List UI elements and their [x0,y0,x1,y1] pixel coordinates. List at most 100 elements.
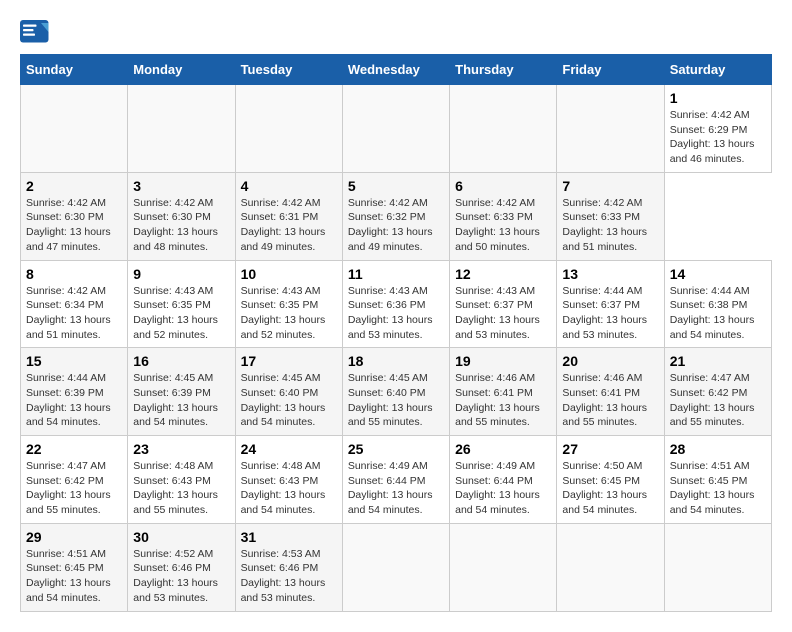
day-number: 26 [455,441,551,457]
calendar-cell: 3Sunrise: 4:42 AM Sunset: 6:30 PM Daylig… [128,172,235,260]
calendar-cell: 16 Sunrise: 4:45 AM Sunset: 6:39 PM Dayli… [128,348,235,436]
day-detail: Sunrise: 4:48 AM Sunset: 6:43 PM Dayligh… [133,459,229,518]
calendar-cell [235,85,342,173]
day-detail: Sunrise: 4:44 AM Sunset: 6:39 PM Dayligh… [26,371,122,430]
weekday-header-row: SundayMondayTuesdayWednesdayThursdayFrid… [21,55,772,85]
day-number: 31 [241,529,337,545]
calendar-cell: 17Sunrise: 4:45 AM Sunset: 6:40 PM Dayli… [235,348,342,436]
day-detail: Sunrise: 4:43 AM Sunset: 6:35 PM Dayligh… [241,284,337,343]
day-detail: Sunrise: 4:45 AM Sunset: 6:40 PM Dayligh… [348,371,444,430]
day-number: 11 [348,266,444,282]
day-number: 24 [241,441,337,457]
calendar-cell: 19 Sunrise: 4:46 AM Sunset: 6:41 PM Dayli… [450,348,557,436]
calendar-week-2: 2Sunrise: 4:42 AM Sunset: 6:30 PM Daylig… [21,172,772,260]
day-detail: Sunrise: 4:42 AM Sunset: 6:30 PM Dayligh… [26,196,122,255]
day-detail: Sunrise: 4:47 AM Sunset: 6:42 PM Dayligh… [26,459,122,518]
calendar-cell: 13 Sunrise: 4:44 AM Sunset: 6:37 PM Dayli… [557,260,664,348]
day-number: 16 [133,353,229,369]
calendar-cell: 12 Sunrise: 4:43 AM Sunset: 6:37 PM Dayli… [450,260,557,348]
calendar-cell: 9Sunrise: 4:43 AM Sunset: 6:35 PM Daylig… [128,260,235,348]
header [20,20,772,44]
day-detail: Sunrise: 4:42 AM Sunset: 6:30 PM Dayligh… [133,196,229,255]
calendar-cell [557,85,664,173]
calendar-cell: 22 Sunrise: 4:47 AM Sunset: 6:42 PM Dayli… [21,436,128,524]
day-number: 19 [455,353,551,369]
day-number: 30 [133,529,229,545]
day-number: 25 [348,441,444,457]
day-number: 23 [133,441,229,457]
calendar-cell [128,85,235,173]
day-detail: Sunrise: 4:52 AM Sunset: 6:46 PM Dayligh… [133,547,229,606]
calendar-cell: 10 Sunrise: 4:43 AM Sunset: 6:35 PM Dayli… [235,260,342,348]
day-number: 7 [562,178,658,194]
day-detail: Sunrise: 4:46 AM Sunset: 6:41 PM Dayligh… [562,371,658,430]
calendar-cell: 24 Sunrise: 4:48 AM Sunset: 6:43 PM Dayli… [235,436,342,524]
calendar-cell: 5 Sunrise: 4:42 AM Sunset: 6:32 PM Daylig… [342,172,449,260]
day-detail: Sunrise: 4:44 AM Sunset: 6:37 PM Dayligh… [562,284,658,343]
day-detail: Sunrise: 4:42 AM Sunset: 6:32 PM Dayligh… [348,196,444,255]
calendar-cell: 4 Sunrise: 4:42 AM Sunset: 6:31 PM Daylig… [235,172,342,260]
day-number: 1 [670,90,766,106]
calendar-cell [342,523,449,611]
calendar-cell: 30 Sunrise: 4:52 AM Sunset: 6:46 PM Dayli… [128,523,235,611]
day-detail: Sunrise: 4:50 AM Sunset: 6:45 PM Dayligh… [562,459,658,518]
day-number: 13 [562,266,658,282]
weekday-header-tuesday: Tuesday [235,55,342,85]
calendar-week-4: 15Sunrise: 4:44 AM Sunset: 6:39 PM Dayli… [21,348,772,436]
day-number: 8 [26,266,122,282]
day-detail: Sunrise: 4:45 AM Sunset: 6:39 PM Dayligh… [133,371,229,430]
calendar-cell: 15Sunrise: 4:44 AM Sunset: 6:39 PM Dayli… [21,348,128,436]
day-detail: Sunrise: 4:42 AM Sunset: 6:33 PM Dayligh… [455,196,551,255]
day-detail: Sunrise: 4:53 AM Sunset: 6:46 PM Dayligh… [241,547,337,606]
logo [20,20,56,44]
day-detail: Sunrise: 4:51 AM Sunset: 6:45 PM Dayligh… [26,547,122,606]
day-detail: Sunrise: 4:46 AM Sunset: 6:41 PM Dayligh… [455,371,551,430]
calendar-week-5: 22 Sunrise: 4:47 AM Sunset: 6:42 PM Dayli… [21,436,772,524]
day-number: 29 [26,529,122,545]
day-number: 17 [241,353,337,369]
calendar-cell: 7 Sunrise: 4:42 AM Sunset: 6:33 PM Daylig… [557,172,664,260]
day-number: 14 [670,266,766,282]
calendar-cell: 21 Sunrise: 4:47 AM Sunset: 6:42 PM Dayli… [664,348,771,436]
calendar-cell [21,85,128,173]
calendar-cell: 11 Sunrise: 4:43 AM Sunset: 6:36 PM Dayli… [342,260,449,348]
calendar-cell: 18 Sunrise: 4:45 AM Sunset: 6:40 PM Dayli… [342,348,449,436]
day-detail: Sunrise: 4:42 AM Sunset: 6:29 PM Dayligh… [670,108,766,167]
calendar-body: 1 Sunrise: 4:42 AM Sunset: 6:29 PM Daylig… [21,85,772,612]
calendar-cell: 14Sunrise: 4:44 AM Sunset: 6:38 PM Dayli… [664,260,771,348]
day-detail: Sunrise: 4:47 AM Sunset: 6:42 PM Dayligh… [670,371,766,430]
weekday-header-friday: Friday [557,55,664,85]
weekday-header-monday: Monday [128,55,235,85]
calendar-header: SundayMondayTuesdayWednesdayThursdayFrid… [21,55,772,85]
day-detail: Sunrise: 4:49 AM Sunset: 6:44 PM Dayligh… [455,459,551,518]
day-number: 10 [241,266,337,282]
calendar-week-6: 29 Sunrise: 4:51 AM Sunset: 6:45 PM Dayli… [21,523,772,611]
day-number: 21 [670,353,766,369]
day-number: 12 [455,266,551,282]
day-number: 4 [241,178,337,194]
calendar-cell: 28Sunrise: 4:51 AM Sunset: 6:45 PM Dayli… [664,436,771,524]
calendar-cell [557,523,664,611]
weekday-header-thursday: Thursday [450,55,557,85]
day-number: 18 [348,353,444,369]
day-detail: Sunrise: 4:48 AM Sunset: 6:43 PM Dayligh… [241,459,337,518]
calendar-cell: 6 Sunrise: 4:42 AM Sunset: 6:33 PM Daylig… [450,172,557,260]
calendar-cell: 1 Sunrise: 4:42 AM Sunset: 6:29 PM Daylig… [664,85,771,173]
day-detail: Sunrise: 4:51 AM Sunset: 6:45 PM Dayligh… [670,459,766,518]
day-detail: Sunrise: 4:42 AM Sunset: 6:31 PM Dayligh… [241,196,337,255]
weekday-header-saturday: Saturday [664,55,771,85]
day-detail: Sunrise: 4:43 AM Sunset: 6:36 PM Dayligh… [348,284,444,343]
day-detail: Sunrise: 4:42 AM Sunset: 6:33 PM Dayligh… [562,196,658,255]
calendar-cell [450,85,557,173]
day-detail: Sunrise: 4:43 AM Sunset: 6:37 PM Dayligh… [455,284,551,343]
day-number: 6 [455,178,551,194]
calendar-cell: 8 Sunrise: 4:42 AM Sunset: 6:34 PM Daylig… [21,260,128,348]
calendar-table: SundayMondayTuesdayWednesdayThursdayFrid… [20,54,772,612]
day-detail: Sunrise: 4:49 AM Sunset: 6:44 PM Dayligh… [348,459,444,518]
weekday-header-sunday: Sunday [21,55,128,85]
day-number: 22 [26,441,122,457]
day-number: 9 [133,266,229,282]
day-number: 5 [348,178,444,194]
calendar-cell: 31 Sunrise: 4:53 AM Sunset: 6:46 PM Dayli… [235,523,342,611]
day-detail: Sunrise: 4:42 AM Sunset: 6:34 PM Dayligh… [26,284,122,343]
